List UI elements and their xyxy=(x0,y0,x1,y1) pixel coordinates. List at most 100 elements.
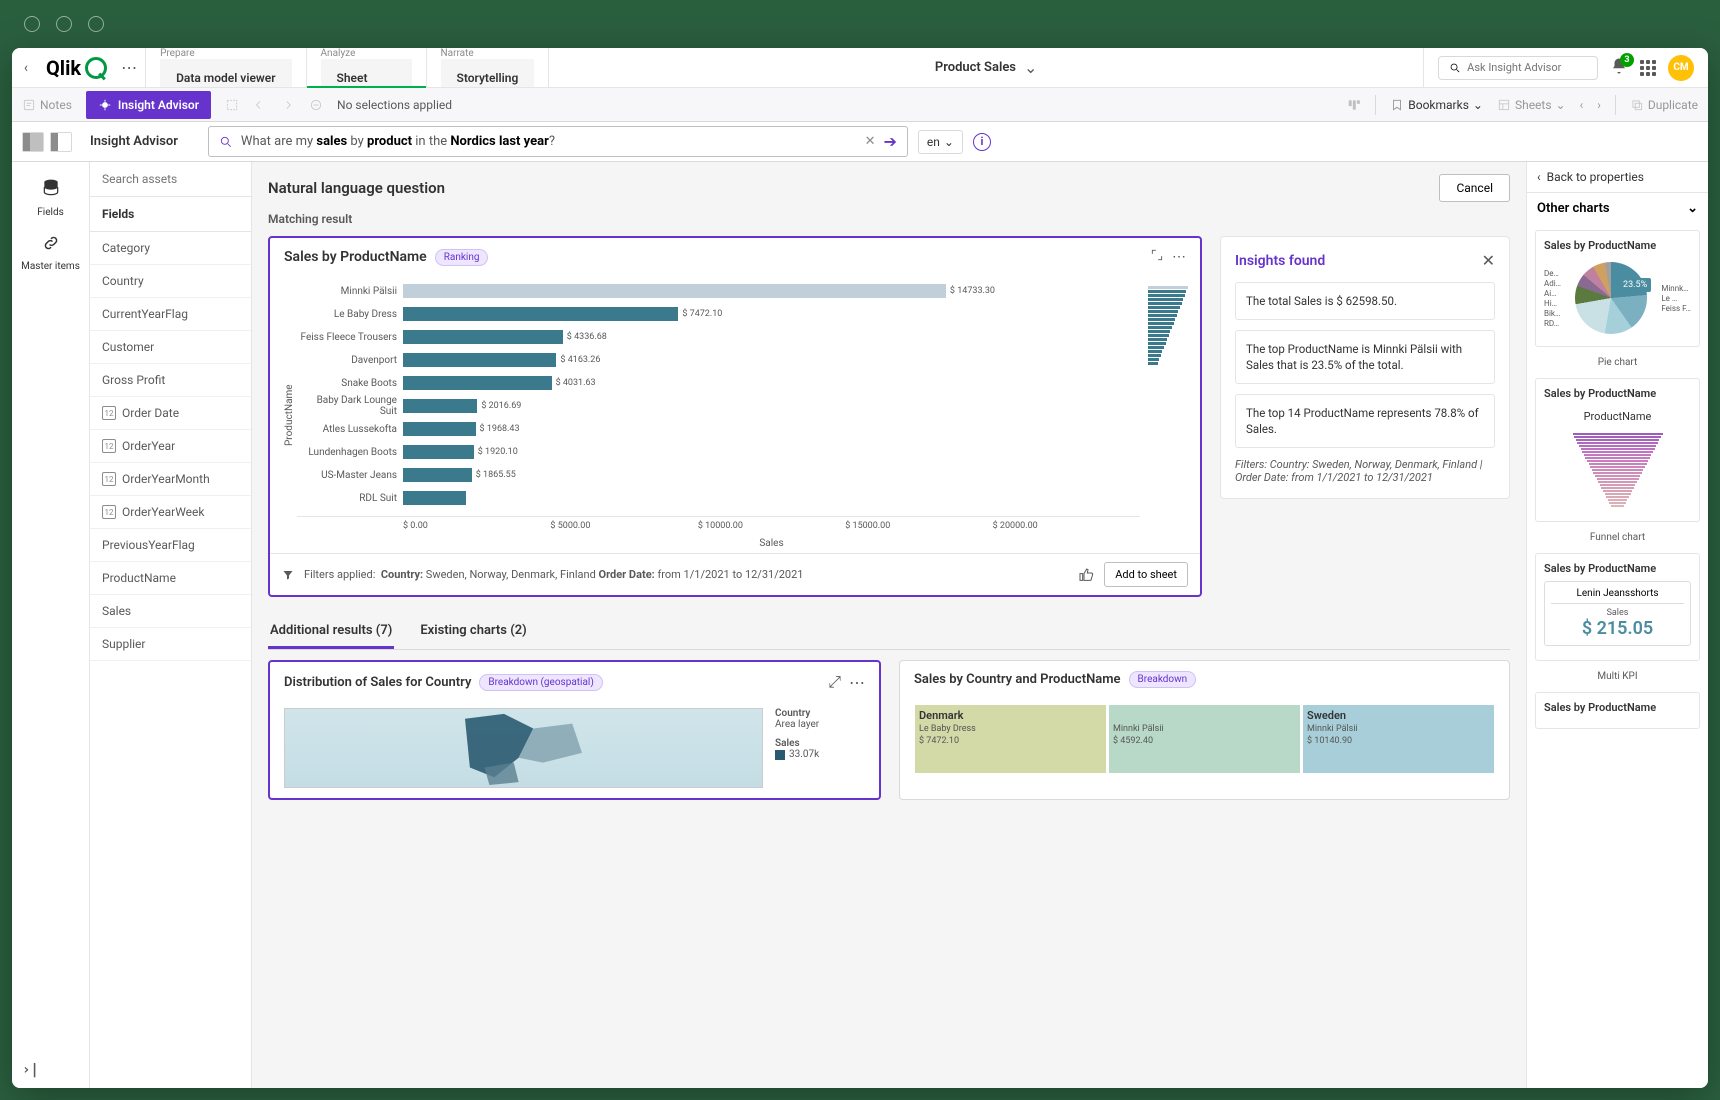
notification-badge: 3 xyxy=(1620,53,1634,67)
selections-tool-icon[interactable] xyxy=(1347,98,1361,112)
collapse-panel-icon[interactable]: ›| xyxy=(22,1062,39,1078)
field-item[interactable]: Supplier xyxy=(90,628,251,661)
master-items-tab[interactable]: Master items xyxy=(12,226,89,280)
field-item[interactable]: Gross Profit xyxy=(90,364,251,397)
field-item[interactable]: Sales xyxy=(90,595,251,628)
fullscreen-icon[interactable]: ⤢ xyxy=(828,672,841,692)
search-assets-input[interactable] xyxy=(90,162,251,197)
other-charts-head[interactable]: Other charts⌄ xyxy=(1527,193,1708,224)
window-control[interactable] xyxy=(88,16,104,32)
smart-search-icon[interactable] xyxy=(225,98,239,112)
left-panel-toggle[interactable] xyxy=(22,132,44,152)
analysis-type-chip: Breakdown xyxy=(1129,671,1197,688)
field-item[interactable]: 12OrderYearMonth xyxy=(90,463,251,496)
close-insights-icon[interactable]: ✕ xyxy=(1482,251,1495,270)
field-item[interactable]: ProductName xyxy=(90,562,251,595)
search-icon xyxy=(219,135,233,149)
field-item[interactable]: CurrentYearFlag xyxy=(90,298,251,331)
more-menu[interactable]: ⋯ xyxy=(113,48,145,87)
insight-item: The top 14 ProductName represents 78.8% … xyxy=(1235,394,1495,448)
submit-query-icon[interactable]: ➔ xyxy=(884,132,897,151)
filter-icon xyxy=(282,569,294,581)
field-item[interactable]: 12OrderYear xyxy=(90,430,251,463)
field-item[interactable]: Country xyxy=(90,265,251,298)
result-card-distribution[interactable]: Distribution of Sales for Country Breakd… xyxy=(268,660,881,800)
clear-selections-icon[interactable] xyxy=(309,98,323,112)
global-search[interactable] xyxy=(1438,56,1598,80)
fields-tab[interactable]: Fields xyxy=(12,170,89,226)
assets-panel: Fields CategoryCountryCurrentYearFlagCus… xyxy=(90,162,252,1088)
no-selections-label: No selections applied xyxy=(337,98,452,112)
insight-item: The total Sales is $ 62598.50. xyxy=(1235,282,1495,320)
chart-more-icon[interactable]: ⋯ xyxy=(1172,249,1186,265)
insight-item: The top ProductName is Minnki Pälsii wit… xyxy=(1235,330,1495,384)
bar-row[interactable]: Lundenhagen Boots$ 1920.10 xyxy=(297,443,1140,461)
nav-prepare[interactable]: Prepare Data model viewer xyxy=(145,48,305,87)
y-axis-label: ProductName xyxy=(282,282,297,549)
nav-narrate[interactable]: Narrate Storytelling xyxy=(426,48,549,87)
fullscreen-icon[interactable] xyxy=(1150,248,1164,266)
query-input[interactable]: What are my sales by product in the Nord… xyxy=(208,126,908,157)
calendar-icon: 12 xyxy=(102,505,116,519)
add-to-sheet-button[interactable]: Add to sheet xyxy=(1104,562,1188,587)
back-to-properties[interactable]: ‹ Back to properties xyxy=(1527,162,1708,193)
thumbs-up-icon[interactable] xyxy=(1078,567,1094,583)
prev-sheet-icon[interactable]: ‹ xyxy=(1580,98,1584,112)
nav-analyze[interactable]: Analyze Sheet xyxy=(306,48,426,87)
bar-row[interactable]: Le Baby Dress$ 7472.10 xyxy=(297,305,1140,323)
field-item[interactable]: Customer xyxy=(90,331,251,364)
cancel-button[interactable]: Cancel xyxy=(1439,174,1510,202)
bar-row[interactable]: Snake Boots$ 4031.63 xyxy=(297,374,1140,392)
bar-row[interactable]: Atles Lussekofta$ 1968.43 xyxy=(297,420,1140,438)
tab-additional-results[interactable]: Additional results (7) xyxy=(268,615,394,649)
app-title: Product Sales xyxy=(935,60,1016,75)
bar-row[interactable]: US-Master Jeans$ 1865.55 xyxy=(297,466,1140,484)
field-item[interactable]: PreviousYearFlag xyxy=(90,529,251,562)
tab-existing-charts[interactable]: Existing charts (2) xyxy=(418,615,528,649)
notifications-icon[interactable]: 3 xyxy=(1610,57,1628,79)
calendar-icon: 12 xyxy=(102,472,116,486)
language-selector[interactable]: en ⌄ xyxy=(918,130,963,154)
chevron-down-icon[interactable]: ⌄ xyxy=(1024,58,1037,77)
insight-advisor-button[interactable]: Insight Advisor xyxy=(86,91,211,119)
bar-row[interactable]: Minnki Pälsii$ 14733.30 xyxy=(297,282,1140,300)
global-search-input[interactable] xyxy=(1467,61,1587,74)
analysis-type-chip: Breakdown (geospatial) xyxy=(479,674,602,691)
bookmarks-button[interactable]: Bookmarks ⌄ xyxy=(1390,98,1483,112)
insights-title: Insights found xyxy=(1235,253,1325,269)
app-launcher-icon[interactable] xyxy=(1640,60,1656,76)
clear-query-icon[interactable]: ✕ xyxy=(865,134,876,149)
chart-overview-scroll[interactable] xyxy=(1148,282,1188,549)
bar-row[interactable]: RDL Suit xyxy=(297,489,1140,507)
field-item[interactable]: Category xyxy=(90,232,251,265)
other-chart-funnel[interactable]: Sales by ProductName ProductName xyxy=(1535,378,1700,522)
field-item[interactable]: 12Order Date xyxy=(90,397,251,430)
next-sheet-icon[interactable]: › xyxy=(1597,98,1601,112)
field-item[interactable]: 12OrderYearWeek xyxy=(90,496,251,529)
duplicate-button[interactable]: Duplicate xyxy=(1630,98,1698,112)
avatar[interactable]: CM xyxy=(1668,55,1694,81)
bar-row[interactable]: Feiss Fleece Trousers$ 4336.68 xyxy=(297,328,1140,346)
window-control[interactable] xyxy=(24,16,40,32)
more-icon[interactable]: ⋯ xyxy=(849,673,865,692)
other-chart-wordcloud[interactable]: Sales by ProductName xyxy=(1535,692,1700,729)
chart-title: Sales by ProductName xyxy=(284,249,427,265)
right-panel-toggle[interactable] xyxy=(50,132,72,152)
result-card-treemap[interactable]: Sales by Country and ProductName Breakdo… xyxy=(899,660,1510,800)
notes-button[interactable]: Notes xyxy=(22,98,72,112)
result-title: Distribution of Sales for Country xyxy=(284,675,471,690)
link-icon xyxy=(42,234,60,257)
window-control[interactable] xyxy=(56,16,72,32)
sheets-button[interactable]: Sheets ⌄ xyxy=(1497,98,1566,112)
info-icon[interactable]: i xyxy=(973,133,991,151)
treemap-visualization: DenmarkLe Baby Dress$ 7472.10 Minnki Päl… xyxy=(914,704,1495,774)
map-visualization xyxy=(284,708,763,788)
back-button[interactable]: ‹ xyxy=(12,48,40,87)
other-chart-kpi[interactable]: Sales by ProductName Lenin Jeansshorts S… xyxy=(1535,553,1700,661)
step-back-icon[interactable] xyxy=(253,98,267,112)
other-chart-pie[interactable]: Sales by ProductName De…Adi…Ai…Hi…Bik…RD… xyxy=(1535,230,1700,347)
bar-row[interactable]: Davenport$ 4163.26 xyxy=(297,351,1140,369)
step-forward-icon[interactable] xyxy=(281,98,295,112)
insights-filters: Filters: Country: Sweden, Norway, Denmar… xyxy=(1235,458,1495,484)
bar-row[interactable]: Baby Dark Lounge Suit$ 2016.69 xyxy=(297,397,1140,415)
